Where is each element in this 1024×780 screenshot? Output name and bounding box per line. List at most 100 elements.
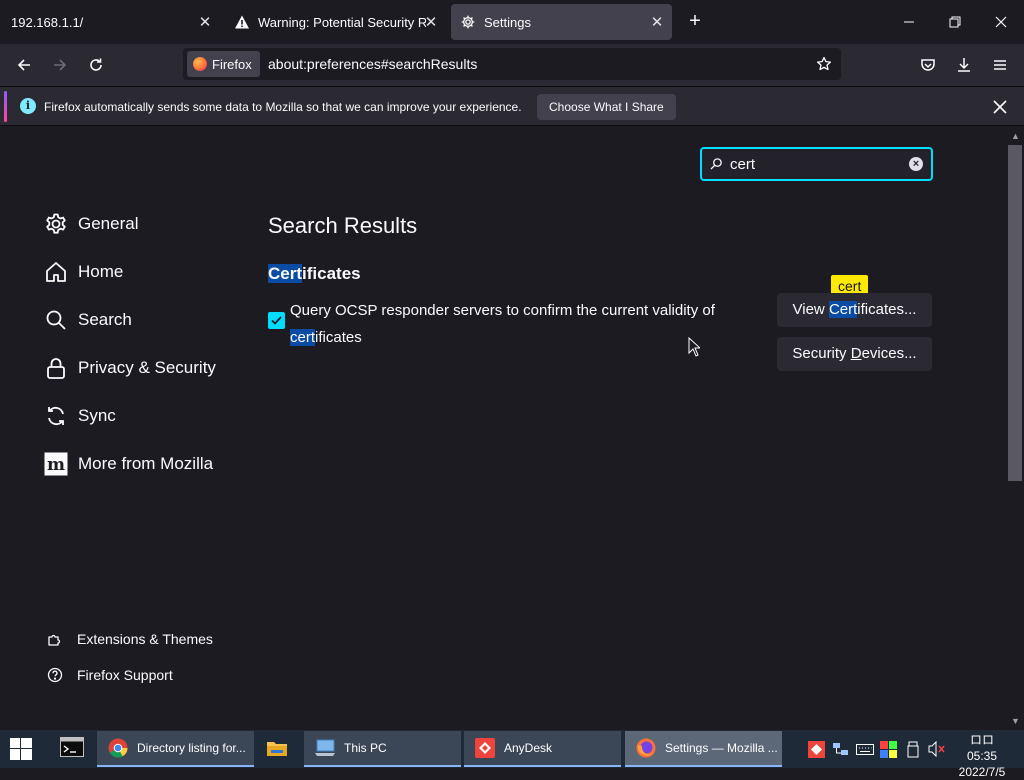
close-icon[interactable]: ✕ <box>648 13 666 31</box>
preferences-content: cert × General Home Search Privacy & Sec… <box>0 127 1006 730</box>
notification-bar: i Firefox automatically sends some data … <box>0 86 1024 126</box>
button-text: ificates... <box>857 301 917 318</box>
category-more-from-mozilla[interactable]: m More from Mozilla <box>44 450 213 478</box>
button-text: Security <box>792 345 851 362</box>
taskbar: Directory listing for... This PC AnyDesk… <box>0 730 1024 779</box>
taskbar-app-label: Settings — Mozilla ... <box>665 741 778 755</box>
category-general[interactable]: General <box>44 210 138 238</box>
category-privacy[interactable]: Privacy & Security <box>44 354 216 382</box>
url-bar[interactable]: Firefox about:preferences#searchResults <box>183 48 841 80</box>
scrollbar-thumb[interactable] <box>1008 145 1022 481</box>
tab-router[interactable]: 192.168.1.1/ ✕ <box>2 4 220 40</box>
pocket-icon[interactable] <box>916 53 940 77</box>
category-label: Home <box>78 262 124 281</box>
ocsp-checkbox[interactable] <box>268 312 285 329</box>
display-color-icon[interactable] <box>880 740 897 758</box>
file-explorer-icon[interactable] <box>256 731 302 767</box>
info-icon: i <box>20 98 36 114</box>
search-icon <box>710 157 723 175</box>
taskbar-app-label: This PC <box>344 741 387 755</box>
anydesk-icon <box>474 737 496 759</box>
taskbar-app-anydesk[interactable]: AnyDesk <box>464 731 621 767</box>
system-clock[interactable]: ロロ 05:35 2022/7/5 <box>954 732 1010 780</box>
scrollbar[interactable]: ▲ ▼ <box>1006 127 1024 730</box>
search-highlight: Cert <box>268 264 303 283</box>
category-home[interactable]: Home <box>44 258 123 286</box>
scroll-up-icon[interactable]: ▲ <box>1011 131 1020 141</box>
home-icon <box>44 260 68 284</box>
anydesk-tray-icon[interactable] <box>808 740 825 758</box>
taskbar-app-label: Directory listing for... <box>137 741 246 755</box>
taskbar-app-this-pc[interactable]: This PC <box>304 731 461 767</box>
choose-what-i-share-button[interactable]: Choose What I Share <box>537 94 676 120</box>
category-label: Sync <box>78 406 116 425</box>
usb-device-icon[interactable] <box>906 740 920 758</box>
volume-muted-icon[interactable] <box>928 740 946 758</box>
button-text: View <box>792 301 829 318</box>
security-devices-button[interactable]: Security Devices... <box>777 337 932 371</box>
pc-icon <box>314 737 336 759</box>
network-share-icon[interactable] <box>832 740 849 758</box>
terminal-icon[interactable] <box>60 737 84 757</box>
nav-bar: Firefox about:preferences#searchResults <box>0 44 1024 86</box>
download-icon[interactable] <box>952 53 976 77</box>
tab-settings[interactable]: Settings ✕ <box>451 4 672 40</box>
reload-icon[interactable] <box>84 53 108 77</box>
page-title: Search Results <box>268 213 418 238</box>
firefox-icon <box>193 57 207 71</box>
restore-icon[interactable] <box>943 10 967 34</box>
new-tab-button[interactable]: + <box>684 10 706 34</box>
ocsp-label-line1: Query OCSP responder servers to confirm … <box>290 302 715 319</box>
minimize-icon[interactable] <box>897 10 921 34</box>
clock-date: 2022/7/5 <box>958 765 1006 779</box>
folder-icon <box>266 737 288 759</box>
search-icon <box>44 308 68 332</box>
back-icon[interactable] <box>12 53 36 77</box>
firefox-support-link[interactable]: Firefox Support <box>46 666 173 684</box>
notification-accent <box>4 91 7 122</box>
category-sync[interactable]: Sync <box>44 402 116 430</box>
clock-time: ロロ 05:35 <box>966 733 998 763</box>
tab-title: 192.168.1.1/ <box>11 14 84 30</box>
svg-text:m: m <box>47 455 65 475</box>
tab-warning[interactable]: Warning: Potential Security Risk Ahead ✕ <box>224 4 446 40</box>
search-value[interactable]: cert <box>730 156 755 173</box>
identity-label: Firefox <box>212 56 252 72</box>
accesskey: D <box>850 345 862 362</box>
search-highlight: cert <box>290 329 316 346</box>
close-window-icon[interactable] <box>989 10 1013 34</box>
taskbar-app-firefox[interactable]: Settings — Mozilla ... <box>625 731 782 767</box>
settings-search-input[interactable]: cert × <box>700 147 933 181</box>
lock-icon <box>44 356 68 380</box>
taskbar-app-chrome[interactable]: Directory listing for... <box>97 731 254 767</box>
clear-search-icon[interactable]: × <box>909 157 923 171</box>
url-text[interactable]: about:preferences#searchResults <box>268 56 477 72</box>
tab-title: Warning: Potential Security Risk Ahead <box>258 14 426 30</box>
category-label: Privacy & Security <box>78 358 216 377</box>
ocsp-checkbox-label[interactable]: Query OCSP responder servers to confirm … <box>290 297 730 351</box>
identity-box[interactable]: Firefox <box>187 51 260 77</box>
search-highlight: Cert <box>828 301 858 318</box>
close-icon[interactable] <box>990 97 1010 117</box>
category-search[interactable]: Search <box>44 306 132 334</box>
close-icon[interactable]: ✕ <box>422 13 440 31</box>
footer-label: Firefox Support <box>77 667 173 683</box>
tab-title: Settings <box>484 14 531 30</box>
tab-strip: 192.168.1.1/ ✕ Warning: Potential Securi… <box>0 0 1024 44</box>
help-icon <box>46 666 64 684</box>
bookmark-star-icon[interactable] <box>813 53 835 75</box>
forward-icon[interactable] <box>48 53 72 77</box>
menu-icon[interactable] <box>988 53 1012 77</box>
close-icon[interactable]: ✕ <box>196 13 214 31</box>
button-text: evices... <box>861 345 917 362</box>
gear-icon <box>460 14 476 30</box>
keyboard-icon[interactable] <box>856 740 874 758</box>
extensions-themes-link[interactable]: Extensions & Themes <box>46 630 213 648</box>
certificates-heading: Certificates <box>268 264 361 284</box>
view-certificates-button[interactable]: View Certificates... <box>777 293 932 327</box>
notification-message: Firefox automatically sends some data to… <box>44 100 522 114</box>
taskbar-app-label: AnyDesk <box>504 741 553 755</box>
scroll-down-icon[interactable]: ▼ <box>1011 716 1020 726</box>
windows-start-icon[interactable] <box>10 738 32 765</box>
gear-icon <box>44 212 68 236</box>
